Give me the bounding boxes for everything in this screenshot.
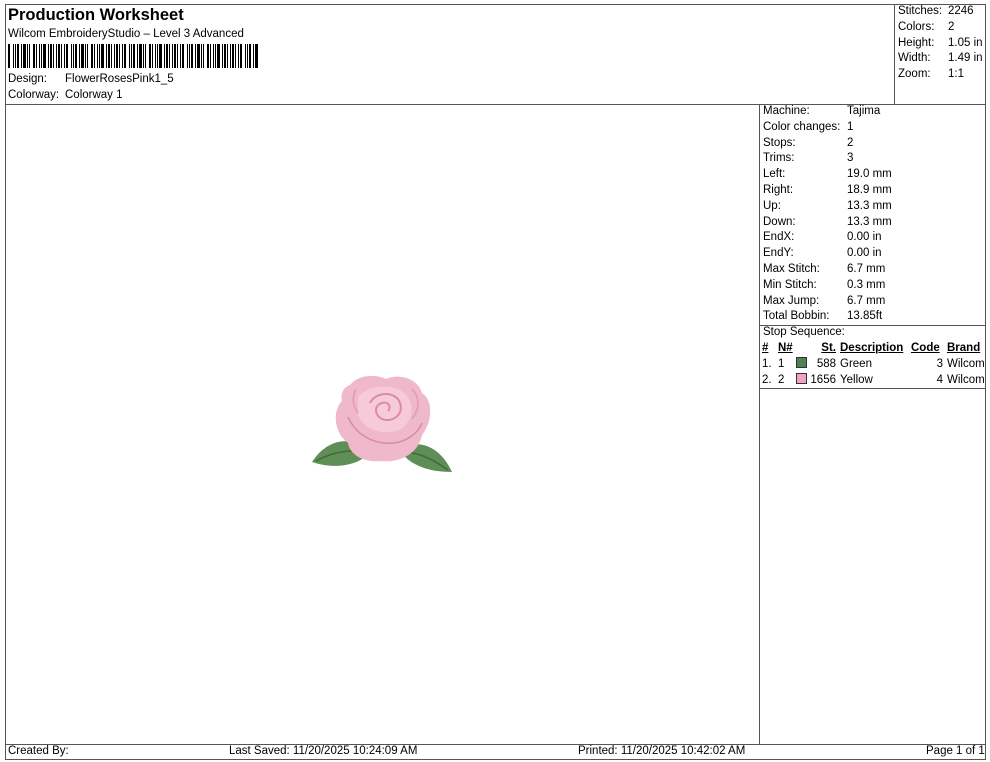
- detail-row: Left: 19.0 mm: [763, 168, 892, 181]
- last-saved: Last Saved: 11/20/2025 10:24:09 AM: [229, 745, 418, 757]
- colorway-value: Colorway 1: [65, 89, 123, 101]
- summary-row-height: Height: 1.05 in: [898, 36, 983, 49]
- detail-row: Machine: Tajima: [763, 105, 881, 117]
- stop-sequence-table: # N# St. Description Code Brand 1. 1 588…: [762, 341, 985, 388]
- color-swatch: [796, 356, 807, 368]
- summary-row-colors: Colors: 2: [898, 20, 955, 33]
- detail-row: Right: 18.9 mm: [763, 183, 892, 196]
- created-by: Created By:: [8, 745, 69, 757]
- rose-design-preview: [312, 375, 452, 472]
- detail-row: Trims: 3: [763, 152, 854, 165]
- color-swatch: [796, 372, 807, 384]
- summary-table: Stitches: 2246 Colors: 2 Height: 1.05 in Wi…: [898, 4, 988, 83]
- detail-row: Max Jump: 6.7 mm: [763, 294, 886, 307]
- page-number: Page 1 of 1: [926, 745, 985, 757]
- summary-row-width: Width: 1.49 in: [898, 52, 983, 65]
- detail-row: Down: 13.3 mm: [763, 215, 892, 228]
- detail-row: Stops: 2: [763, 136, 854, 149]
- sequence-row: 1. 1 588 Green 3 Wilcom: [762, 356, 985, 370]
- sequence-header-row: # N# St. Description Code Brand: [762, 342, 981, 354]
- page-title: Production Worksheet: [8, 6, 184, 24]
- footer-divider: [5, 744, 986, 745]
- software-name: Wilcom EmbroideryStudio – Level 3 Advanc…: [8, 28, 244, 40]
- detail-row: Up: 13.3 mm: [763, 199, 892, 212]
- colorway-label: Colorway:: [8, 89, 60, 101]
- stop-sequence-title: Stop Sequence:: [763, 326, 845, 338]
- sequence-row: 2. 2 1656 Yellow 4 Wilcom: [762, 372, 985, 386]
- detail-row: Min Stitch: 0.3 mm: [763, 278, 886, 291]
- printed-date: Printed: 11/20/2025 10:42:02 AM: [578, 745, 746, 757]
- details-table: Machine: Tajima Color changes: 1 Stops: 2 T…: [763, 104, 927, 325]
- detail-row: Color changes: 1: [763, 120, 854, 133]
- summary-row-stitches: Stitches: 2246: [898, 5, 974, 17]
- detail-row: Max Stitch: 6.7 mm: [763, 262, 886, 275]
- panel-divider: [759, 104, 760, 744]
- detail-row: EndX: 0.00 in: [763, 231, 882, 244]
- detail-row: EndY: 0.00 in: [763, 247, 882, 260]
- barcode: [8, 44, 258, 68]
- summary-row-zoom: Zoom: 1:1: [898, 68, 964, 81]
- design-label: Design:: [8, 73, 47, 85]
- summary-divider: [894, 4, 895, 104]
- detail-row: Total Bobbin: 13.85ft: [763, 310, 883, 323]
- design-value: FlowerRosesPink1_5: [65, 73, 174, 85]
